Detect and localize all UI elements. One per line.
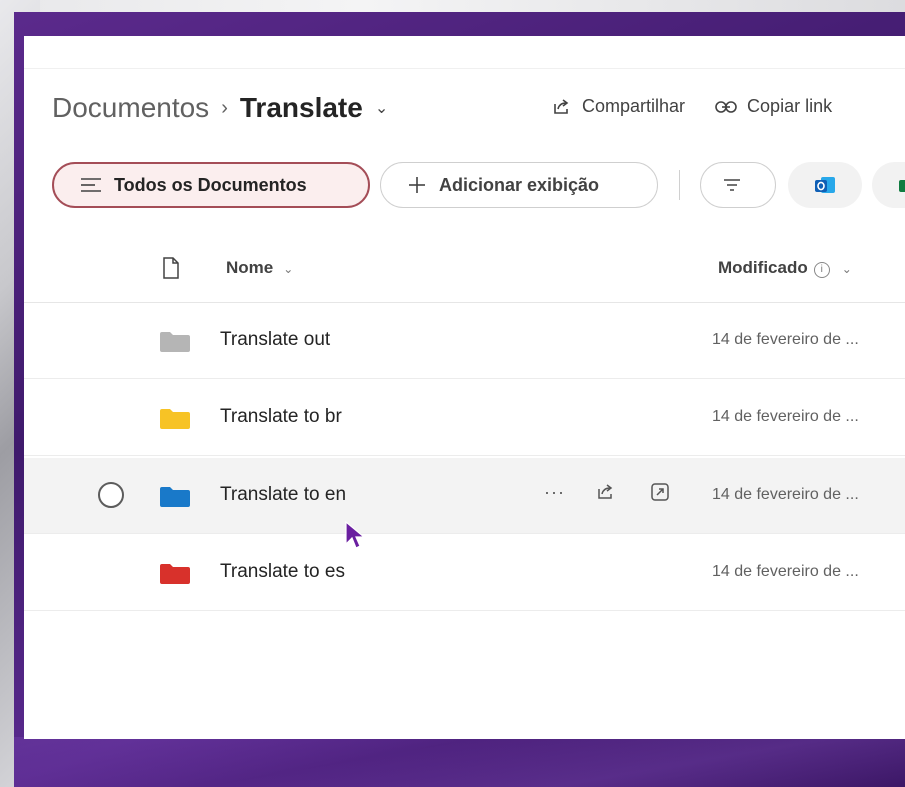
plus-icon [409, 177, 425, 193]
filter-icon [724, 179, 740, 191]
copy-link-button[interactable]: Copiar link [715, 96, 832, 117]
breadcrumb-separator: › [221, 96, 228, 119]
breadcrumb: Documentos › Translate ⌄ [52, 92, 388, 124]
mouse-cursor-icon [345, 520, 366, 549]
table-row[interactable]: Translate out 14 de fevereiro de ... [24, 303, 905, 379]
table-row[interactable]: Translate to es 14 de fevereiro de ... [24, 535, 905, 611]
row-modified: 14 de fevereiro de ... [712, 408, 859, 425]
share-label: Compartilhar [582, 96, 686, 116]
all-documents-label: Todos os Documentos [114, 174, 307, 195]
filter-button[interactable] [700, 162, 776, 208]
command-actions: Compartilhar Copiar link [552, 96, 862, 117]
table-header: Nome ⌄ Modificado i ⌄ [24, 236, 905, 303]
table-row[interactable]: Translate to br 14 de fevereiro de ... [24, 380, 905, 456]
chevron-down-icon[interactable]: ⌄ [375, 98, 388, 118]
top-strip [24, 36, 905, 69]
row-name[interactable]: Translate to en [220, 484, 346, 506]
view-list-icon [81, 178, 101, 192]
column-header-modified[interactable]: Modificado i ⌄ [718, 258, 852, 278]
folder-icon [160, 332, 190, 352]
link-icon [715, 100, 737, 113]
outlook-icon [815, 177, 835, 193]
outlook-app-button[interactable] [788, 162, 862, 208]
file-type-icon[interactable] [162, 257, 180, 279]
document-library-window: Documentos › Translate ⌄ Compartilhar Co… [24, 36, 905, 739]
row-name[interactable]: Translate to br [220, 406, 342, 428]
share-icon[interactable] [596, 482, 616, 502]
add-view-button[interactable]: Adicionar exibição [380, 162, 658, 208]
copy-link-label: Copiar link [747, 96, 833, 116]
column-header-name[interactable]: Nome ⌄ [226, 258, 293, 278]
folder-icon [160, 564, 190, 584]
row-modified: 14 de fevereiro de ... [712, 486, 859, 503]
breadcrumb-documentos[interactable]: Documentos [52, 92, 209, 124]
folder-icon [160, 487, 190, 507]
excel-icon [899, 180, 905, 192]
column-modified-label: Modificado [718, 258, 808, 277]
column-name-label: Nome [226, 258, 274, 277]
row-name[interactable]: Translate to es [220, 561, 345, 583]
table-row[interactable]: Translate to en ··· 14 de fevereiro de .… [24, 458, 905, 534]
info-icon[interactable]: i [813, 262, 830, 278]
folder-icon [160, 409, 190, 429]
row-name[interactable]: Translate out [220, 329, 330, 351]
toolbar-divider [679, 170, 680, 200]
row-select-radio[interactable] [98, 482, 124, 508]
share-icon [554, 98, 569, 114]
breadcrumb-current[interactable]: Translate [240, 92, 363, 124]
add-view-label: Adicionar exibição [439, 174, 600, 195]
row-modified: 14 de fevereiro de ... [712, 331, 859, 348]
more-actions-icon[interactable]: ··· [544, 482, 565, 503]
excel-app-button[interactable] [872, 162, 905, 208]
share-button[interactable]: Compartilhar [552, 96, 685, 117]
chevron-down-icon: ⌄ [841, 262, 852, 276]
chevron-down-icon: ⌄ [283, 262, 294, 276]
all-documents-view-button[interactable]: Todos os Documentos [52, 162, 370, 208]
row-modified: 14 de fevereiro de ... [712, 563, 859, 580]
open-in-new-icon[interactable] [650, 482, 670, 502]
